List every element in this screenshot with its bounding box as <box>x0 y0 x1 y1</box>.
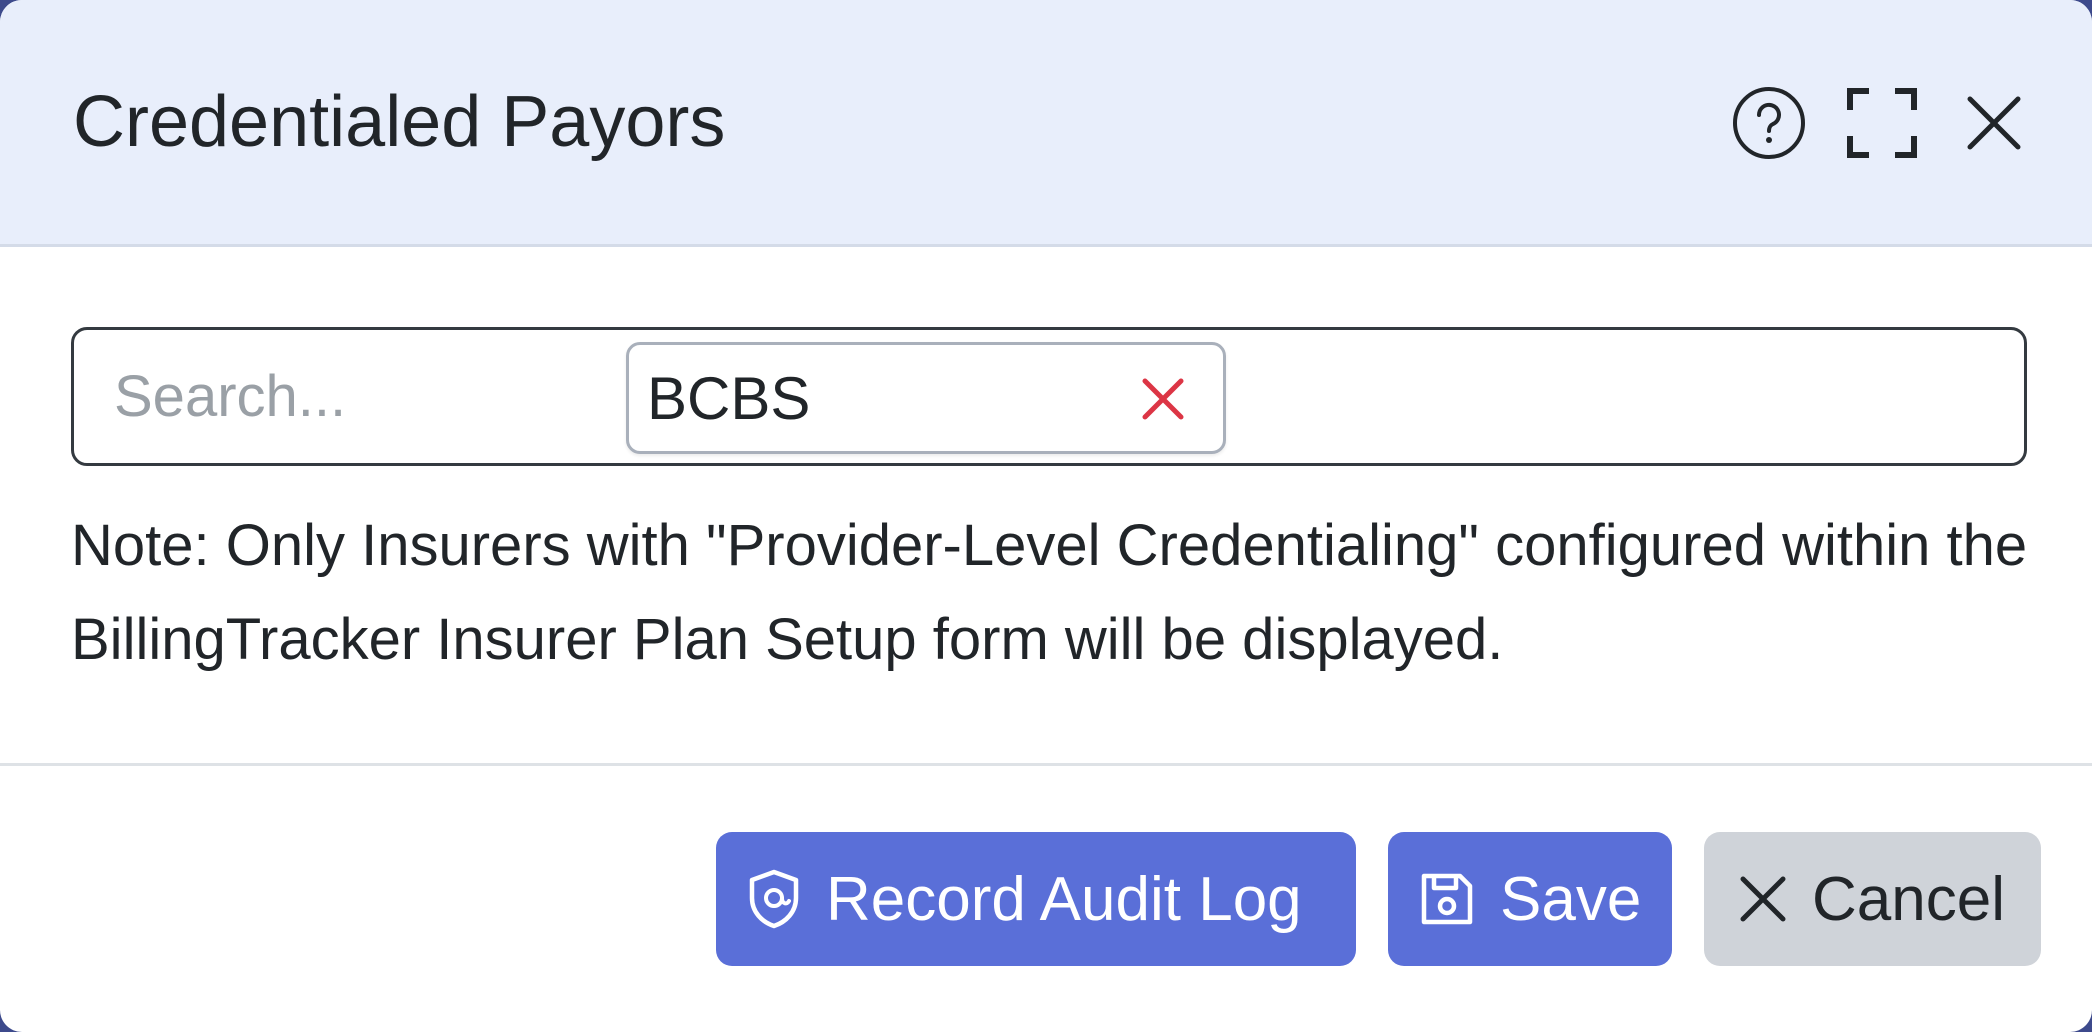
shield-icon <box>746 868 802 930</box>
save-label: Save <box>1500 864 1642 934</box>
expand-icon[interactable] <box>1842 83 1922 163</box>
credentialed-payors-dialog: Credentialed Payors BCBS <box>0 0 2092 1032</box>
dialog-title: Credentialed Payors <box>73 82 726 162</box>
selected-tag: BCBS <box>626 342 1226 454</box>
cancel-button[interactable]: Cancel <box>1704 832 2041 966</box>
help-icon[interactable] <box>1729 83 1809 163</box>
floppy-disk-icon <box>1418 870 1476 928</box>
x-icon <box>1738 874 1788 924</box>
search-input[interactable] <box>114 350 634 442</box>
cancel-label: Cancel <box>1812 864 2005 934</box>
payor-multiselect[interactable]: BCBS <box>71 327 2027 466</box>
record-audit-log-label: Record Audit Log <box>826 864 1302 934</box>
dialog-header: Credentialed Payors <box>0 0 2092 247</box>
remove-tag-icon[interactable] <box>1135 371 1191 427</box>
dialog-footer: Record Audit Log Save Cancel <box>0 763 2092 1032</box>
close-icon[interactable] <box>1954 83 2034 163</box>
credentialing-note: Note: Only Insurers with "Provider-Level… <box>71 513 2028 672</box>
record-audit-log-button[interactable]: Record Audit Log <box>716 832 1356 966</box>
dialog-body: BCBS Note: Only Insurers with "Provider-… <box>0 247 2092 763</box>
selected-tag-label: BCBS <box>647 365 811 432</box>
save-button[interactable]: Save <box>1388 832 1672 966</box>
